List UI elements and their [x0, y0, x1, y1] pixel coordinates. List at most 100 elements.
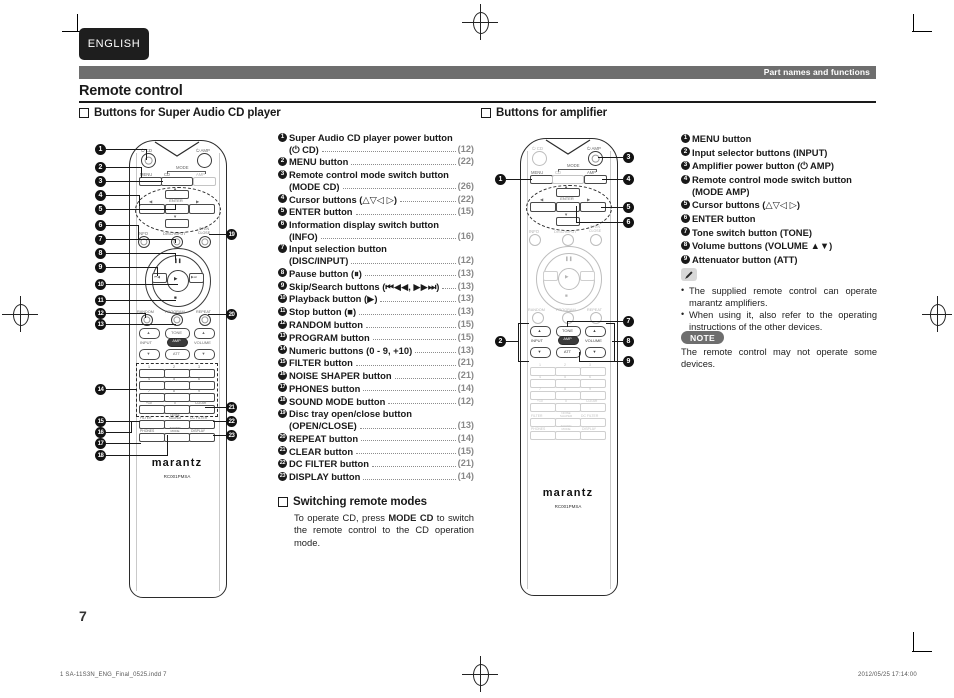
remote-cd-label-cursor-down: ▼ [173, 214, 178, 219]
remote-cd-label-amp: AMP [172, 339, 181, 343]
remote-amp-numkey-2[interactable] [555, 367, 581, 376]
list-item: 19 Disc tray open/close button (OPEN/CLO… [278, 408, 474, 431]
remote-amp-numkey-4[interactable] [530, 379, 556, 388]
callout-marker-amp-3: 3 [623, 152, 634, 163]
remote-cd-play-button[interactable] [167, 270, 189, 292]
remote-cd-open-close-button[interactable] [199, 236, 211, 248]
remote-cd-numkey-4[interactable] [139, 381, 165, 390]
list-item-label: PHONES button [289, 382, 361, 394]
remote-cd-numkey-2[interactable] [164, 369, 190, 378]
remote-amp-plus10-button[interactable] [530, 403, 556, 412]
remote-cd-label-cursor-up: ▲ [173, 186, 178, 191]
remote-cd-cursor-right-button[interactable] [189, 204, 215, 214]
remote-cd-numkey-5[interactable] [164, 381, 190, 390]
remote-amp-menu-button[interactable] [530, 175, 553, 184]
remote-amp-info-button[interactable] [529, 234, 541, 246]
remote-amp-mode-cd-button[interactable] [552, 175, 584, 184]
list-item-number: 8 [681, 241, 690, 250]
list-item: 13 PROGRAM button (15) [278, 332, 474, 344]
remote-amp-label-volume-down: ▼ [592, 349, 597, 354]
remote-amp-open-close-button[interactable] [590, 234, 602, 246]
list-item-number: 3 [278, 169, 287, 179]
list-item-label: MENU button [289, 156, 349, 168]
list-item-number: 21 [278, 446, 287, 456]
remote-amp-play-button[interactable] [558, 268, 580, 290]
callout-marker-11: 11 [95, 295, 106, 306]
remote-cd-numkey-3[interactable] [189, 369, 215, 378]
remote-cd-display-button[interactable] [189, 433, 215, 442]
callout-leader-9v [157, 267, 159, 276]
remote-cd-info-button[interactable] [138, 236, 150, 248]
callout-leader-16 [106, 432, 132, 434]
callout-marker-amp-1: 1 [495, 174, 506, 185]
callout-marker-amp-6: 6 [623, 217, 634, 228]
remote-cd-power-cd-button[interactable] [141, 153, 156, 168]
remote-cd-phones-button[interactable] [139, 433, 165, 442]
list-item-label: Input selection button [289, 243, 387, 255]
list-item: 4 Cursor buttons (△▽◁ ▷) (22) [278, 194, 474, 206]
list-item-label: Pause button (⏸) [289, 267, 362, 279]
remote-cd-label-play: ▶ [174, 276, 178, 281]
callout-leader-7 [106, 239, 176, 241]
remote-amp-label-input-up: ▲ [537, 328, 542, 333]
list-item: 23 DISPLAY button (14) [278, 471, 474, 483]
remote-amp-phones-button[interactable] [530, 431, 556, 440]
remote-amp-numkey-5[interactable] [555, 379, 581, 388]
list-item: 17 PHONES button (14) [278, 383, 474, 395]
list-item-label: Cursor buttons (△▽◁ ▷) [692, 199, 800, 211]
remote-cd-cursor-down-button[interactable] [165, 219, 189, 228]
remote-cd-numkey-1[interactable] [139, 369, 165, 378]
list-item: 11 Stop button (■) (13) [278, 306, 474, 318]
remote-cd-numkey-6[interactable] [189, 381, 215, 390]
remote-amp-cursor-left-button[interactable] [530, 202, 556, 212]
callout-leader-amp-7 [567, 321, 624, 323]
remote-amp-label-play: ▶ [565, 274, 569, 279]
list-item-label: MENU button [692, 133, 752, 144]
remote-amp-clear-button[interactable] [580, 403, 606, 412]
list-item-number: 13 [278, 332, 287, 342]
remote-cd-power-amp-button[interactable] [197, 153, 212, 168]
remote-amp-label-stop: ■ [565, 293, 568, 298]
remote-amp-skip-prev-button[interactable] [543, 271, 558, 281]
remote-amp-disc-input-button[interactable] [562, 234, 574, 246]
callout-marker-21: 21 [226, 402, 237, 413]
remote-amp-random-button[interactable] [532, 312, 544, 324]
callout-leader-amp-6 [576, 222, 624, 224]
remote-amp-power-cd-button[interactable] [532, 151, 547, 166]
remote-cd-numkey-7[interactable] [139, 393, 165, 402]
list-item-label: Attenuator button (ATT) [692, 254, 798, 266]
remote-cd-disc-input-button[interactable] [171, 236, 183, 248]
list-item-number: 6 [278, 219, 287, 229]
remote-amp-power-amp-button[interactable] [588, 151, 603, 166]
remote-cd-repeat-button[interactable] [199, 314, 211, 326]
remote-cd-filter-button[interactable] [139, 420, 165, 429]
language-tab: ENGLISH [79, 28, 149, 60]
remote-amp-numpad: 1 2 3 4 5 6 7 8 9 +10 0 CLEAR [529, 363, 606, 412]
callout-marker-amp-8: 8 [623, 336, 634, 347]
list-item-page: (26) [457, 180, 474, 191]
remote-amp-numkey-8[interactable] [555, 391, 581, 400]
remote-cd-mode-amp-button[interactable] [193, 177, 216, 186]
remote-cd-mode-tick-r [205, 170, 206, 174]
list-item-page: (22) [457, 193, 474, 204]
remote-cd-plus10-button[interactable] [139, 405, 165, 414]
remote-amp-sound-mode-button[interactable] [555, 431, 581, 440]
callout-leader-amp-1 [506, 179, 532, 181]
remote-cd-numkey-8[interactable] [164, 393, 190, 402]
remote-amp-skip-next-button[interactable] [580, 271, 595, 281]
list-item-page: (13) [457, 306, 474, 317]
remote-amp-model: RC001PMSA [554, 504, 582, 509]
list-item-number: 10 [278, 294, 287, 303]
remote-amp-numkey-1[interactable] [530, 367, 556, 376]
remote-amp-numkey-7[interactable] [530, 391, 556, 400]
remote-amp-numkey-6[interactable] [580, 379, 606, 388]
remote-amp-filter-button[interactable] [530, 418, 556, 427]
remote-amp-display-button[interactable] [580, 431, 606, 440]
remote-cd-mode-cd-button[interactable] [161, 177, 193, 186]
remote-amp-rail-left [527, 151, 528, 589]
remote-cd-label-cursor-left: ◀ [149, 199, 153, 204]
remote-amp-numkey-3[interactable] [580, 367, 606, 376]
callout-leader-22 [213, 421, 227, 423]
remote-cd-dc-filter-button[interactable] [189, 420, 215, 429]
remote-amp-dc-filter-button[interactable] [580, 418, 606, 427]
